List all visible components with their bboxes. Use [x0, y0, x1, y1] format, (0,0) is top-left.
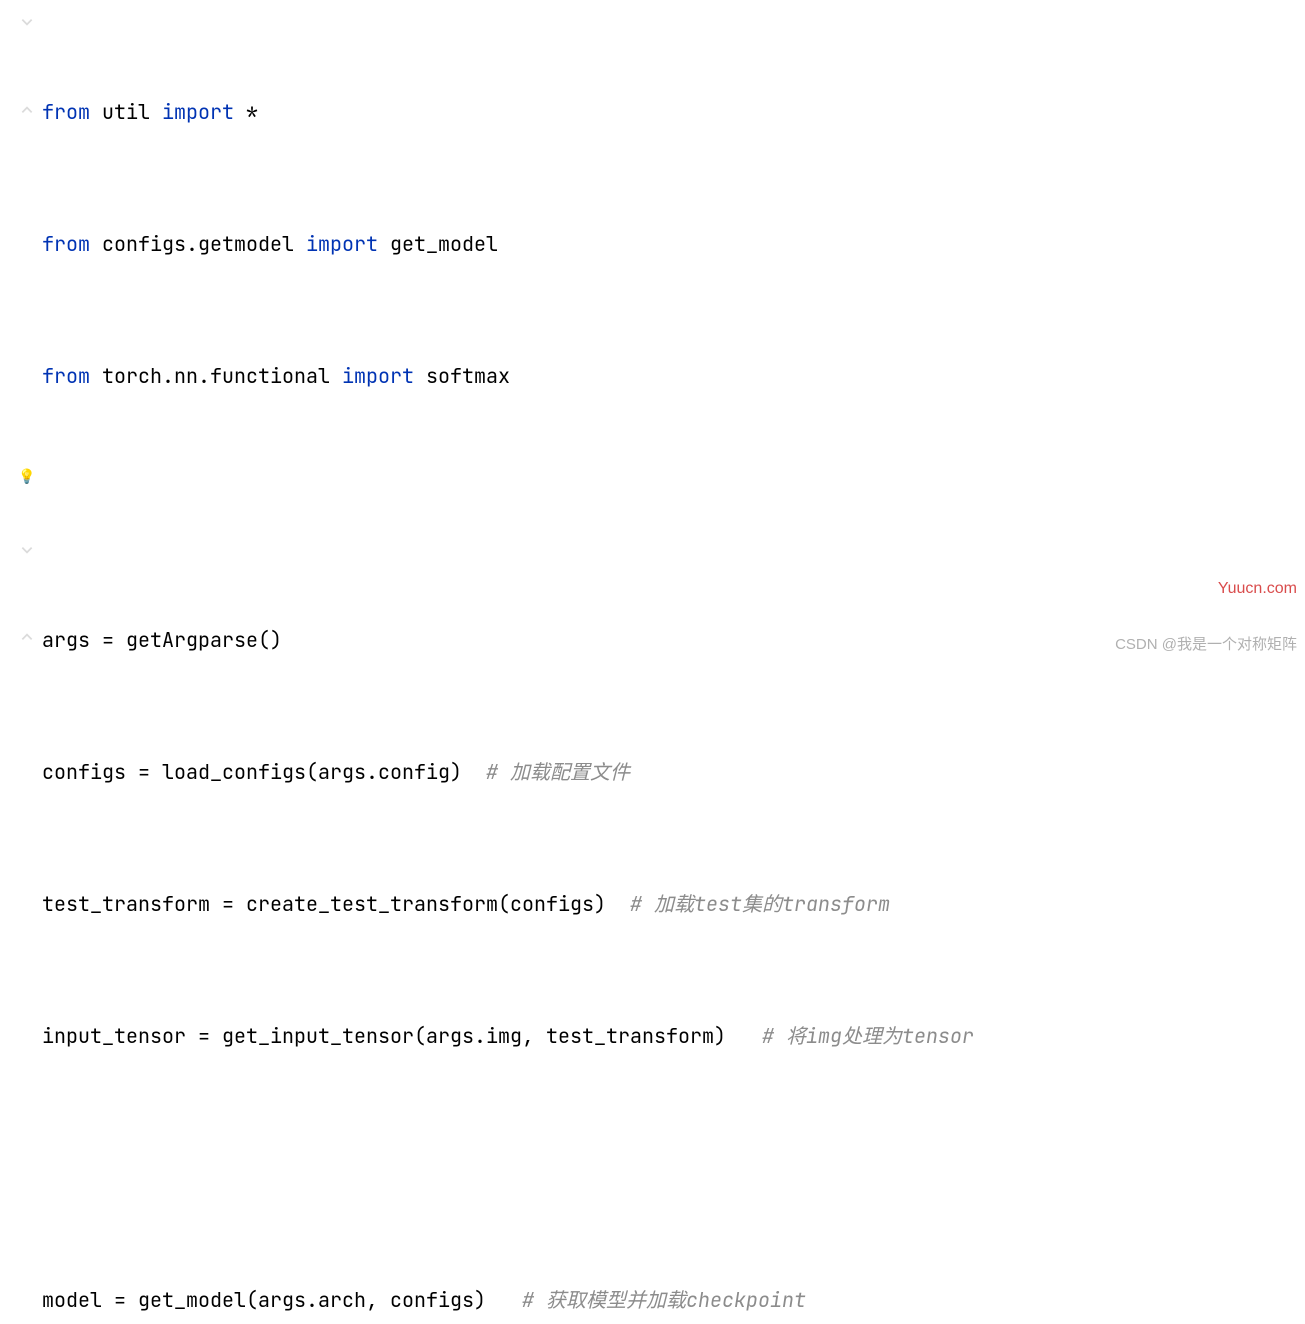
gutter: 💡: [0, 0, 42, 662]
code-area[interactable]: from util import * from configs.getmodel…: [42, 0, 1305, 662]
code-line-blank[interactable]: [42, 486, 1305, 530]
code-line[interactable]: from torch.nn.functional import softmax: [42, 354, 1305, 398]
code-line[interactable]: test_transform = create_test_transform(c…: [42, 882, 1305, 926]
watermark-yuucn: Yuucn.com: [1218, 580, 1297, 598]
code-line[interactable]: input_tensor = get_input_tensor(args.img…: [42, 1014, 1305, 1058]
fold-icon[interactable]: [20, 103, 34, 117]
watermark-csdn: CSDN @我是一个对称矩阵: [1115, 633, 1297, 654]
code-line[interactable]: configs = load_configs(args.config) # 加载…: [42, 750, 1305, 794]
code-line[interactable]: from configs.getmodel import get_model: [42, 222, 1305, 266]
code-editor[interactable]: 💡 from util import * from configs.getmod…: [0, 0, 1305, 662]
fold-icon[interactable]: [20, 543, 34, 557]
lightbulb-icon[interactable]: 💡: [18, 468, 35, 486]
code-line[interactable]: model = get_model(args.arch, configs) # …: [42, 1278, 1305, 1322]
code-line[interactable]: from util import *: [42, 90, 1305, 134]
code-line-blank[interactable]: [42, 1146, 1305, 1190]
fold-icon[interactable]: [20, 630, 34, 644]
fold-icon[interactable]: [20, 15, 34, 29]
